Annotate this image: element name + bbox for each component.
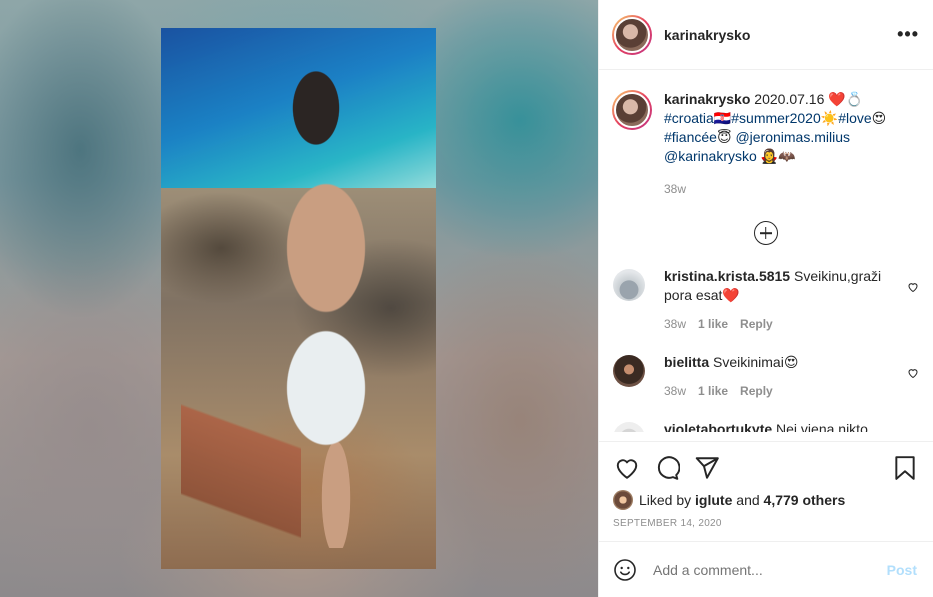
caption-avatar[interactable] — [612, 90, 652, 130]
comment-username[interactable]: violetabortukyte — [664, 421, 772, 432]
comment-username[interactable]: kristina.krista.5815 — [664, 268, 790, 284]
comment-text: Nei viena nikto — [776, 421, 868, 432]
comment-likes[interactable]: 1 like — [698, 384, 728, 398]
instagram-post-modal: karinakrysko ••• karinakrysko 2020.07.16… — [0, 0, 933, 597]
liker-avatar[interactable] — [613, 490, 633, 510]
post-date[interactable]: September 14, 2020 — [613, 518, 919, 541]
hashtag-croatia[interactable]: #croatia — [664, 110, 714, 126]
hashtag-summer2020[interactable]: #summer2020 — [731, 110, 821, 126]
comment-bubble-icon[interactable] — [653, 454, 681, 482]
mention-jeronimas[interactable]: @jeronimas.milius — [735, 129, 850, 145]
comment-age[interactable]: 38w — [664, 317, 686, 331]
comment-avatar[interactable] — [613, 422, 645, 432]
like-heart-icon[interactable] — [613, 454, 641, 482]
post-media-area — [0, 0, 598, 597]
add-comment-bar: Post — [599, 541, 933, 597]
comment-item: violetabortukyte Nei viena nikto — [612, 420, 919, 432]
more-options-icon[interactable]: ••• — [897, 24, 919, 45]
caption-date: 2020.07.16 — [754, 91, 825, 107]
heart-eyes-emoji: 😍 — [871, 110, 887, 126]
header-username[interactable]: karinakrysko — [664, 27, 750, 43]
comment-text: Sveikinimai — [713, 354, 784, 370]
share-paper-plane-icon[interactable] — [693, 454, 721, 482]
hashtag-fiancee[interactable]: #fiancée — [664, 129, 717, 145]
load-more-comments[interactable] — [612, 221, 919, 245]
hashtag-love[interactable]: #love — [838, 110, 871, 126]
reply-button[interactable]: Reply — [740, 317, 773, 331]
comment-avatar[interactable] — [613, 355, 645, 387]
post-header: karinakrysko ••• — [599, 0, 933, 70]
likes-count[interactable]: 4,779 others — [764, 492, 846, 508]
caption-emoji: ❤️💍 — [828, 91, 864, 107]
post-button[interactable]: Post — [887, 562, 917, 578]
emoji-smile-icon[interactable] — [613, 558, 637, 582]
comment-username[interactable]: bielitta — [664, 354, 709, 370]
add-comment-input[interactable] — [653, 561, 887, 578]
reply-button[interactable]: Reply — [740, 384, 773, 398]
post-caption: karinakrysko 2020.07.16 ❤️💍 #croatia🇭🇷#s… — [612, 90, 919, 199]
comment-item: bielitta Sveikinimai😍 38w 1 like Reply — [612, 353, 919, 398]
comment-avatar[interactable] — [613, 269, 645, 301]
comment-age[interactable]: 38w — [664, 384, 686, 398]
comment-likes[interactable]: 1 like — [698, 317, 728, 331]
halo-emoji: 😇 — [716, 129, 732, 145]
likes-summary: Liked by iglute and 4,779 others — [613, 490, 919, 510]
liker-username[interactable]: iglute — [695, 492, 732, 508]
avatar[interactable] — [612, 14, 652, 55]
comment-item: kristina.krista.5815 Sveikinu,graži pora… — [612, 267, 919, 331]
flag-emoji: 🇭🇷 — [713, 110, 732, 126]
caption-username[interactable]: karinakrysko — [664, 91, 750, 107]
heart-icon[interactable] — [907, 367, 919, 379]
sun-emoji: ☀️ — [820, 110, 839, 126]
post-actions: Liked by iglute and 4,779 others Septemb… — [599, 441, 933, 541]
comments-section: karinakrysko 2020.07.16 ❤️💍 #croatia🇭🇷#s… — [599, 70, 933, 441]
vampire-emoji: 🧛‍♀️🦇 — [760, 148, 796, 164]
post-side-panel: karinakrysko ••• karinakrysko 2020.07.16… — [598, 0, 933, 597]
heart-icon[interactable] — [907, 281, 919, 293]
bookmark-icon[interactable] — [891, 454, 919, 482]
plus-circle-icon[interactable] — [753, 221, 778, 245]
mention-karinakrysko[interactable]: @karinakrysko — [664, 148, 757, 164]
post-photo[interactable] — [161, 28, 436, 569]
caption-age[interactable]: 38w — [664, 180, 912, 199]
